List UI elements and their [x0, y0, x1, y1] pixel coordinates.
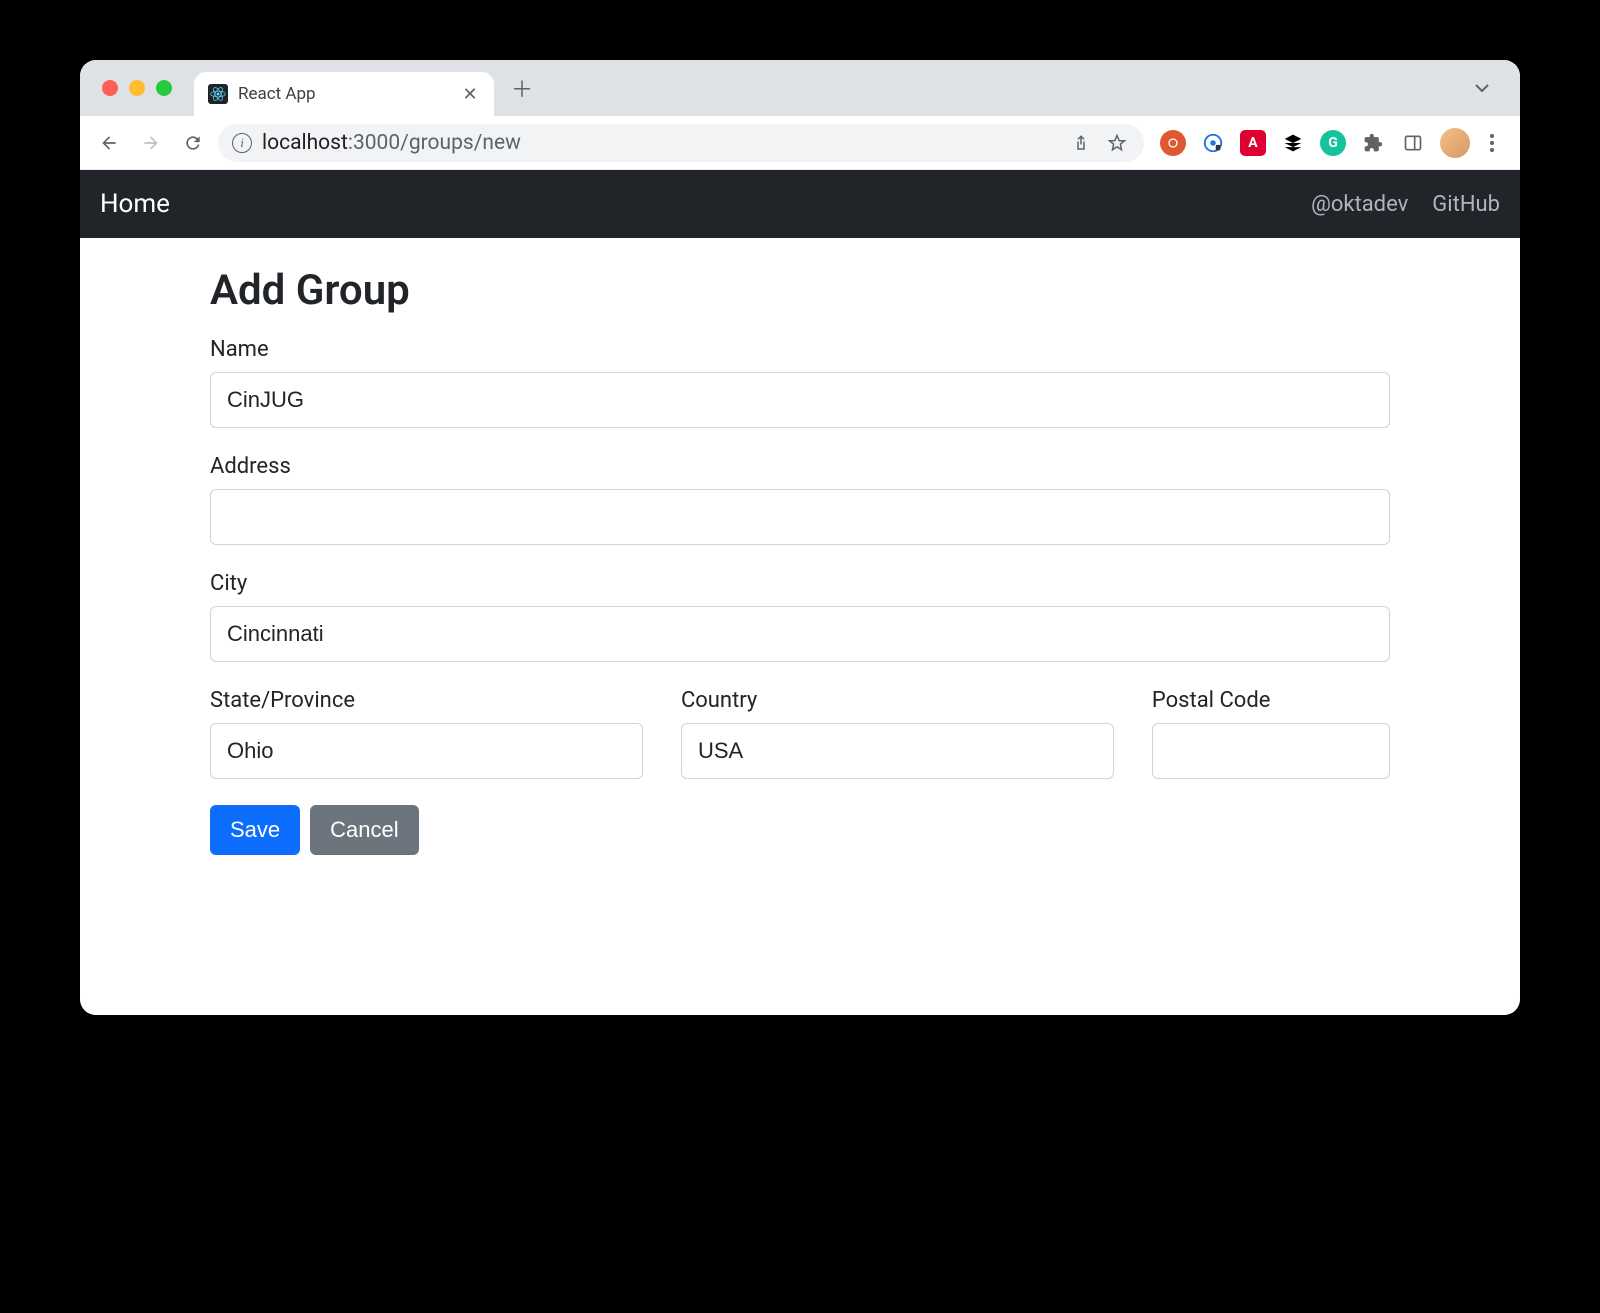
- extension-password-icon[interactable]: [1200, 130, 1226, 156]
- state-label: State/Province: [210, 688, 643, 713]
- extension-buffer-icon[interactable]: [1280, 130, 1306, 156]
- app-navbar: Home @oktadev GitHub: [80, 170, 1520, 238]
- close-window-icon[interactable]: [102, 80, 118, 96]
- nav-brand-home[interactable]: Home: [100, 189, 170, 219]
- extension-grammarly-icon[interactable]: G: [1320, 130, 1346, 156]
- extension-duckduckgo-icon[interactable]: [1160, 130, 1186, 156]
- address-bar[interactable]: i localhost:3000/groups/new: [218, 124, 1144, 162]
- share-icon[interactable]: [1068, 134, 1094, 152]
- site-info-icon[interactable]: i: [232, 133, 252, 153]
- postal-label: Postal Code: [1152, 688, 1390, 713]
- browser-tab[interactable]: React App ✕: [194, 72, 494, 116]
- country-input[interactable]: [681, 723, 1114, 779]
- state-input[interactable]: [210, 723, 643, 779]
- bookmark-star-icon[interactable]: [1104, 134, 1130, 152]
- reload-button[interactable]: [176, 126, 210, 160]
- nav-link-github[interactable]: GitHub: [1432, 192, 1500, 217]
- window-controls: [102, 80, 172, 96]
- browser-menu-icon[interactable]: [1484, 134, 1500, 152]
- minimize-window-icon[interactable]: [129, 80, 145, 96]
- save-button[interactable]: Save: [210, 805, 300, 855]
- close-tab-icon[interactable]: ✕: [460, 84, 480, 104]
- maximize-window-icon[interactable]: [156, 80, 172, 96]
- profile-avatar[interactable]: [1440, 128, 1470, 158]
- browser-toolbar: i localhost:3000/groups/new A G: [80, 116, 1520, 170]
- address-label: Address: [210, 454, 1390, 479]
- extension-angular-icon[interactable]: A: [1240, 130, 1266, 156]
- address-input[interactable]: [210, 489, 1390, 545]
- url-text: localhost:3000/groups/new: [262, 131, 521, 155]
- city-label: City: [210, 571, 1390, 596]
- extension-icons: A G: [1160, 128, 1500, 158]
- back-button[interactable]: [92, 126, 126, 160]
- forward-button[interactable]: [134, 126, 168, 160]
- tabs-dropdown-icon[interactable]: [1468, 74, 1496, 102]
- name-label: Name: [210, 337, 1390, 362]
- nav-link-oktadev[interactable]: @oktadev: [1311, 192, 1408, 217]
- city-input[interactable]: [210, 606, 1390, 662]
- side-panel-icon[interactable]: [1400, 130, 1426, 156]
- cancel-button[interactable]: Cancel: [310, 805, 418, 855]
- browser-window: React App ✕ ＋ i localhost:3000/groups/ne…: [80, 60, 1520, 1015]
- new-tab-button[interactable]: ＋: [504, 70, 540, 106]
- postal-input[interactable]: [1152, 723, 1390, 779]
- country-label: Country: [681, 688, 1114, 713]
- name-input[interactable]: [210, 372, 1390, 428]
- extensions-menu-icon[interactable]: [1360, 130, 1386, 156]
- react-favicon-icon: [208, 84, 228, 104]
- page-title: Add Group: [210, 266, 1390, 315]
- page-content: Add Group Name Address City State/Provin…: [80, 238, 1520, 1015]
- tab-strip: React App ✕ ＋: [80, 60, 1520, 116]
- tab-title: React App: [238, 84, 450, 104]
